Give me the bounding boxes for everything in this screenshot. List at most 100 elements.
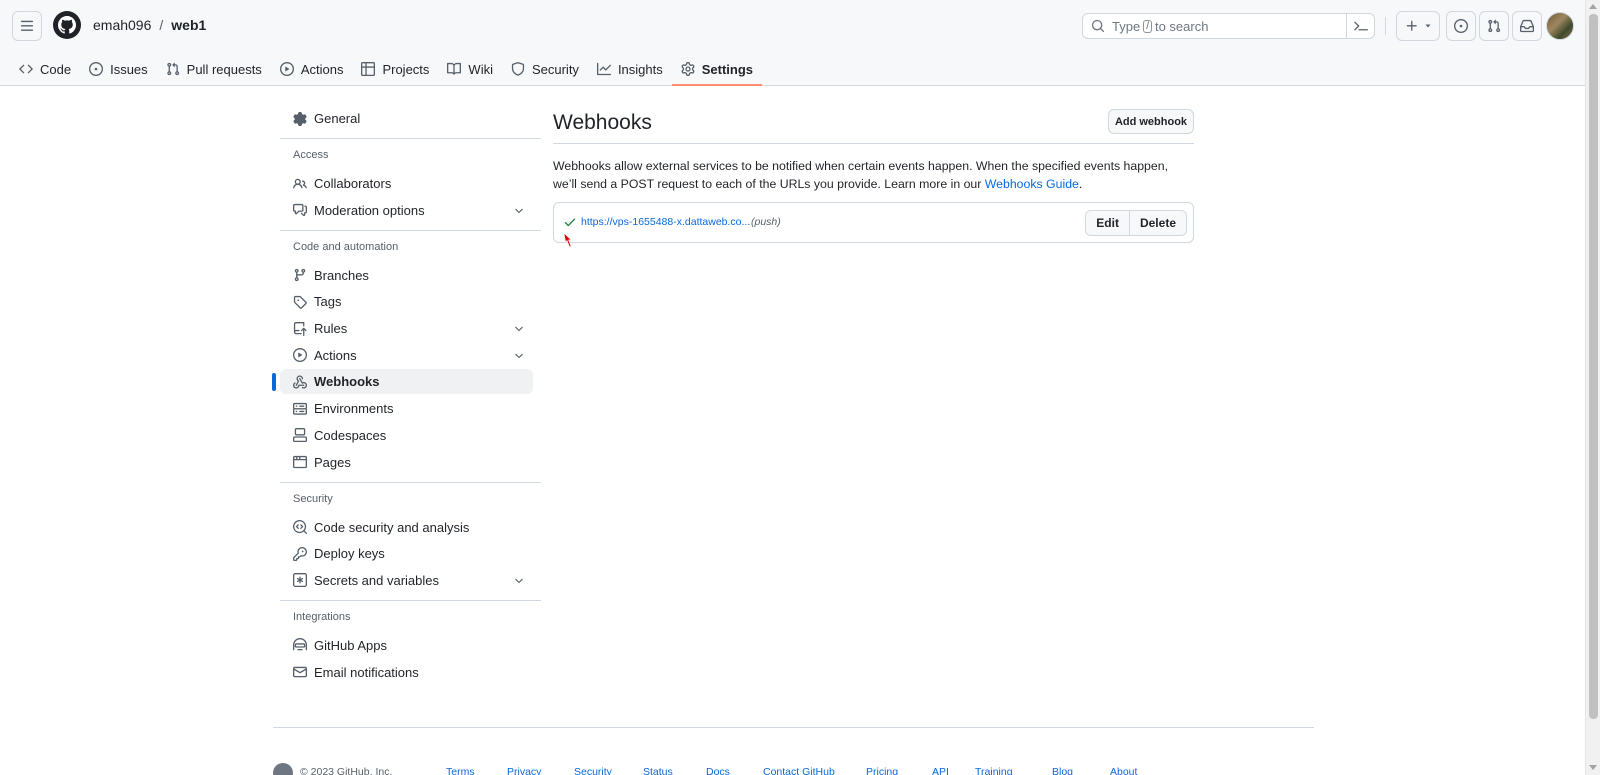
sidebar-item-label: Collaborators [314, 176, 392, 191]
sidebar-item-webhooks[interactable]: Webhooks [272, 369, 533, 395]
top-bar: emah096 / web1 Type / to search [0, 0, 1585, 52]
sidebar-item-label: Webhooks [314, 374, 380, 390]
sidebar-item-deploy-keys[interactable]: Deploy keys [280, 541, 533, 566]
chevron-down-icon [515, 326, 523, 332]
sidebar-item-general[interactable]: General [280, 106, 533, 131]
sidebar-item-label: Pages [314, 454, 351, 470]
repo-link[interactable]: web1 [171, 17, 206, 33]
sidebar-item-secrets[interactable]: Secrets and variables [280, 568, 533, 593]
tab-projects[interactable]: Projects [352, 52, 438, 86]
cursor-arrow-icon [563, 232, 572, 248]
webhook-icon [293, 375, 307, 389]
search-icon [1091, 19, 1105, 33]
footer-link-api[interactable]: API [932, 766, 975, 775]
key-asterisk-icon [293, 573, 307, 588]
tab-security[interactable]: Security [502, 52, 588, 86]
footer-link-training[interactable]: Training [975, 766, 1052, 775]
footer-link-pricing[interactable]: Pricing [866, 766, 932, 775]
user-avatar[interactable] [1546, 12, 1574, 40]
sidebar-item-tags[interactable]: Tags [280, 289, 533, 314]
inbox-button[interactable] [1512, 11, 1542, 41]
mail-icon [293, 666, 307, 678]
footer-link-about[interactable]: About [1110, 766, 1137, 775]
git-pull-request-icon [166, 62, 179, 76]
sidebar-item-rules[interactable]: Rules [280, 316, 533, 341]
tab-code[interactable]: Code [10, 52, 80, 86]
footer-link-privacy[interactable]: Privacy [507, 766, 574, 775]
footer-divider [273, 727, 1314, 728]
tab-label: Issues [110, 61, 148, 77]
sidebar-item-branches[interactable]: Branches [280, 263, 533, 288]
sidebar-item-label: Secrets and variables [314, 572, 440, 588]
sidebar-item-collaborators[interactable]: Collaborators [280, 171, 533, 196]
footer-link-terms[interactable]: Terms [446, 766, 507, 775]
sidebar-item-pages[interactable]: Pages [280, 450, 533, 475]
tab-wiki[interactable]: Wiki [438, 52, 502, 86]
edit-button[interactable]: Edit [1086, 211, 1129, 235]
page-scrollbar[interactable] [1585, 0, 1600, 775]
issue-opened-icon [89, 62, 104, 76]
scroll-down-arrow-icon[interactable] [1589, 765, 1597, 770]
shield-icon [511, 62, 525, 76]
scrollbar-thumb[interactable] [1589, 14, 1598, 719]
footer-link-docs[interactable]: Docs [706, 766, 763, 775]
browser-icon [293, 455, 307, 469]
tab-actions[interactable]: Actions [271, 52, 353, 86]
sidebar-item-moderation[interactable]: Moderation options [280, 198, 533, 223]
tab-issues[interactable]: Issues [80, 52, 157, 86]
footer-link-blog[interactable]: Blog [1052, 766, 1110, 775]
search-shortcut-key: / [1143, 19, 1152, 33]
footer-link-security[interactable]: Security [574, 766, 643, 775]
sidebar-item-codespaces[interactable]: Codespaces [280, 423, 533, 448]
search-input[interactable]: Type / to search [1082, 13, 1375, 39]
footer-link-contact[interactable]: Contact GitHub [763, 766, 866, 775]
tab-insights[interactable]: Insights [588, 52, 672, 86]
scroll-up-arrow-icon[interactable] [1589, 4, 1597, 9]
webhooks-panel: Webhooks Add webhook Webhooks allow exte… [553, 106, 1194, 243]
create-new-button[interactable] [1396, 11, 1440, 41]
tab-label: Settings [701, 61, 754, 77]
github-mark-icon[interactable] [273, 763, 293, 775]
sidebar-item-actions[interactable]: Actions [280, 343, 533, 368]
inbox-icon [1520, 19, 1534, 33]
plus-icon [1406, 20, 1417, 31]
chevron-down-icon [515, 353, 523, 358]
breadcrumb: emah096 / web1 [93, 17, 206, 33]
tab-pull-requests[interactable]: Pull requests [157, 52, 271, 86]
sidebar-item-email-notifications[interactable]: Email notifications [280, 660, 533, 685]
menu-button[interactable] [12, 11, 42, 41]
sidebar-item-github-apps[interactable]: GitHub Apps [280, 633, 533, 658]
sidebar-item-environments[interactable]: Environments [280, 396, 533, 421]
gear-icon [681, 62, 695, 76]
webhooks-guide-link[interactable]: Webhooks Guide [985, 177, 1079, 191]
copyright: © 2023 GitHub, Inc. [300, 766, 393, 775]
server-icon [293, 402, 307, 415]
tab-settings[interactable]: Settings [671, 52, 763, 86]
description-end: . [1078, 177, 1083, 191]
terminal-icon [1353, 21, 1368, 31]
owner-link[interactable]: emah096 [93, 17, 151, 33]
command-palette-button[interactable] [1346, 13, 1374, 39]
issue-opened-icon [1454, 19, 1468, 33]
issues-button[interactable] [1446, 11, 1476, 41]
header-divider [1385, 17, 1386, 35]
github-logo-icon[interactable] [53, 11, 81, 39]
footer-link-status[interactable]: Status [643, 766, 706, 775]
sidebar-item-label: Actions [314, 347, 357, 363]
sidebar-item-label: Codespaces [314, 427, 387, 443]
sidebar-item-label: Code security and analysis [314, 519, 470, 535]
tab-label: Insights [617, 61, 663, 77]
webhook-url-link[interactable]: https://vps-1655488-x.dattaweb.co... [581, 216, 750, 228]
add-webhook-button[interactable]: Add webhook [1108, 109, 1194, 134]
sidebar-item-code-security[interactable]: Code security and analysis [280, 515, 533, 540]
pull-requests-button[interactable] [1479, 11, 1509, 41]
search-placeholder: Type / to search [1112, 19, 1208, 34]
tab-label: Code [40, 61, 72, 77]
comment-discussion-icon [293, 204, 307, 217]
sidebar-item-label: Deploy keys [314, 546, 385, 562]
webhooks-description: Webhooks allow external services to be n… [553, 157, 1194, 193]
graph-icon [596, 62, 611, 76]
sidebar-group-access: Access [293, 149, 329, 161]
delete-button[interactable]: Delete [1128, 211, 1186, 235]
breadcrumb-separator: / [159, 17, 164, 33]
